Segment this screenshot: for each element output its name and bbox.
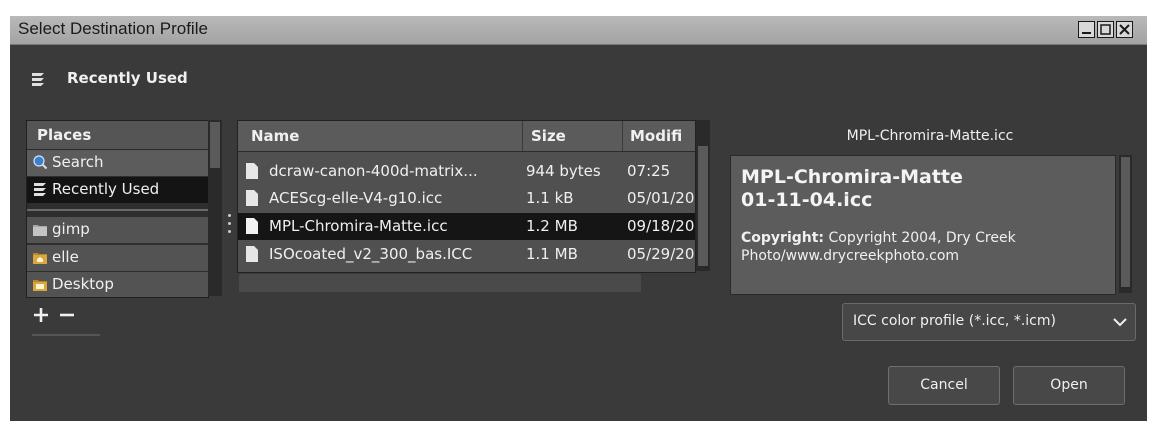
close-icon bbox=[1119, 24, 1130, 35]
places-header[interactable]: Places bbox=[27, 121, 208, 150]
file-name: ACEScg-elle-V4-g10.icc bbox=[269, 189, 443, 207]
chevron-down-icon bbox=[1113, 318, 1127, 327]
file-size: 1.1 kB bbox=[526, 189, 574, 207]
document-icon bbox=[246, 218, 258, 234]
file-size: 1.2 MB bbox=[526, 217, 578, 235]
place-label: Search bbox=[52, 153, 104, 171]
maximize-icon bbox=[1100, 24, 1111, 35]
place-label: Desktop bbox=[52, 275, 114, 293]
places-scrollbar-thumb[interactable] bbox=[210, 122, 220, 168]
profile-preview: MPL-Chromira-Matte 01-11-04.icc Copyrigh… bbox=[730, 155, 1116, 295]
file-size: 944 bytes bbox=[526, 162, 601, 180]
file-size: 1.1 MB bbox=[526, 245, 578, 263]
copyright-label: Copyright: bbox=[741, 230, 825, 246]
file-row[interactable]: ACEScg-elle-V4-g10.icc 1.1 kB 05/01/20 bbox=[238, 185, 695, 212]
recent-stack-icon bbox=[34, 183, 46, 196]
column-modified[interactable]: Modifi bbox=[630, 127, 692, 145]
preview-scrollbar-thumb[interactable] bbox=[1121, 157, 1130, 287]
preview-name-line-1: MPL-Chromira-Matte bbox=[741, 166, 963, 188]
column-divider[interactable] bbox=[622, 121, 623, 151]
place-recently-used[interactable]: Recently Used bbox=[27, 177, 208, 203]
file-list-header: Name Size Modifi bbox=[238, 121, 695, 152]
preview-profile-name: MPL-Chromira-Matte 01-11-04.icc bbox=[741, 166, 1109, 212]
document-icon bbox=[246, 163, 258, 179]
place-label: Recently Used bbox=[52, 180, 160, 198]
file-modified: 09/18/20 bbox=[627, 217, 695, 235]
place-gimp[interactable]: gimp bbox=[27, 217, 208, 243]
places-divider bbox=[27, 209, 208, 211]
pane-resize-handle[interactable] bbox=[228, 214, 232, 244]
file-list-horizontal-scrollbar[interactable] bbox=[239, 274, 641, 292]
open-button[interactable]: Open bbox=[1013, 366, 1125, 405]
file-list-scrollbar-thumb[interactable] bbox=[698, 146, 708, 266]
document-icon bbox=[246, 246, 258, 262]
maximize-button[interactable] bbox=[1097, 21, 1114, 38]
preview-scrollbar[interactable] bbox=[1119, 155, 1132, 293]
document-icon bbox=[246, 190, 258, 206]
window-title: Select Destination Profile bbox=[18, 19, 208, 38]
minimize-button[interactable] bbox=[1078, 21, 1095, 38]
file-modified: 05/29/20 bbox=[627, 245, 695, 263]
file-name: dcraw-canon-400d-matrix... bbox=[269, 162, 478, 180]
place-elle[interactable]: elle bbox=[27, 245, 208, 271]
file-list: Name Size Modifi dcraw-canon-400d-matrix… bbox=[237, 120, 696, 273]
filter-selected-value: ICC color profile (*.icc, *.icm) bbox=[853, 313, 1056, 329]
home-folder-icon bbox=[33, 253, 47, 264]
file-modified: 05/01/20 bbox=[627, 189, 695, 207]
remove-bookmark-button[interactable] bbox=[58, 306, 76, 324]
folder-icon bbox=[33, 225, 47, 236]
close-button[interactable] bbox=[1116, 21, 1133, 38]
place-label: elle bbox=[52, 248, 79, 266]
column-name[interactable]: Name bbox=[251, 127, 511, 145]
title-bar[interactable]: Select Destination Profile bbox=[10, 16, 1147, 45]
cancel-button[interactable]: Cancel bbox=[888, 366, 1000, 405]
file-row[interactable]: dcraw-canon-400d-matrix... 944 bytes 07:… bbox=[238, 158, 695, 185]
place-label: gimp bbox=[52, 220, 90, 238]
file-row[interactable]: ISOcoated_v2_300_bas.ICC 1.1 MB 05/29/20 bbox=[238, 241, 695, 268]
minimize-icon bbox=[1082, 32, 1091, 34]
file-type-filter-dropdown[interactable]: ICC color profile (*.icc, *.icm) bbox=[842, 303, 1136, 341]
preview-filename: MPL-Chromira-Matte.icc bbox=[846, 128, 1014, 144]
column-size[interactable]: Size bbox=[531, 127, 611, 145]
place-desktop[interactable]: Desktop bbox=[27, 272, 208, 297]
location-label: Recently Used bbox=[67, 69, 188, 87]
file-row-selected[interactable]: MPL-Chromira-Matte.icc 1.2 MB 09/18/20 bbox=[238, 213, 695, 240]
file-list-vertical-scrollbar[interactable] bbox=[696, 120, 710, 271]
places-panel: Places Search Recently Used gimp elle De… bbox=[26, 120, 209, 298]
places-scrollbar[interactable] bbox=[208, 120, 222, 296]
preview-name-line-2: 01-11-04.icc bbox=[741, 189, 873, 211]
file-modified: 07:25 bbox=[627, 162, 671, 180]
add-bookmark-button[interactable] bbox=[32, 306, 50, 324]
file-dialog: Select Destination Profile Recently Used… bbox=[10, 16, 1147, 421]
places-header-label: Places bbox=[37, 126, 92, 144]
search-icon bbox=[33, 155, 48, 170]
file-name: ISOcoated_v2_300_bas.ICC bbox=[269, 245, 473, 263]
file-name: MPL-Chromira-Matte.icc bbox=[269, 217, 448, 235]
places-footer-divider bbox=[32, 334, 100, 336]
place-search[interactable]: Search bbox=[27, 150, 208, 176]
preview-copyright: Copyright: Copyright 2004, Dry Creek Pho… bbox=[741, 229, 1109, 265]
column-divider[interactable] bbox=[522, 121, 523, 151]
desktop-folder-icon bbox=[33, 280, 47, 291]
recent-stack-icon bbox=[32, 73, 44, 86]
